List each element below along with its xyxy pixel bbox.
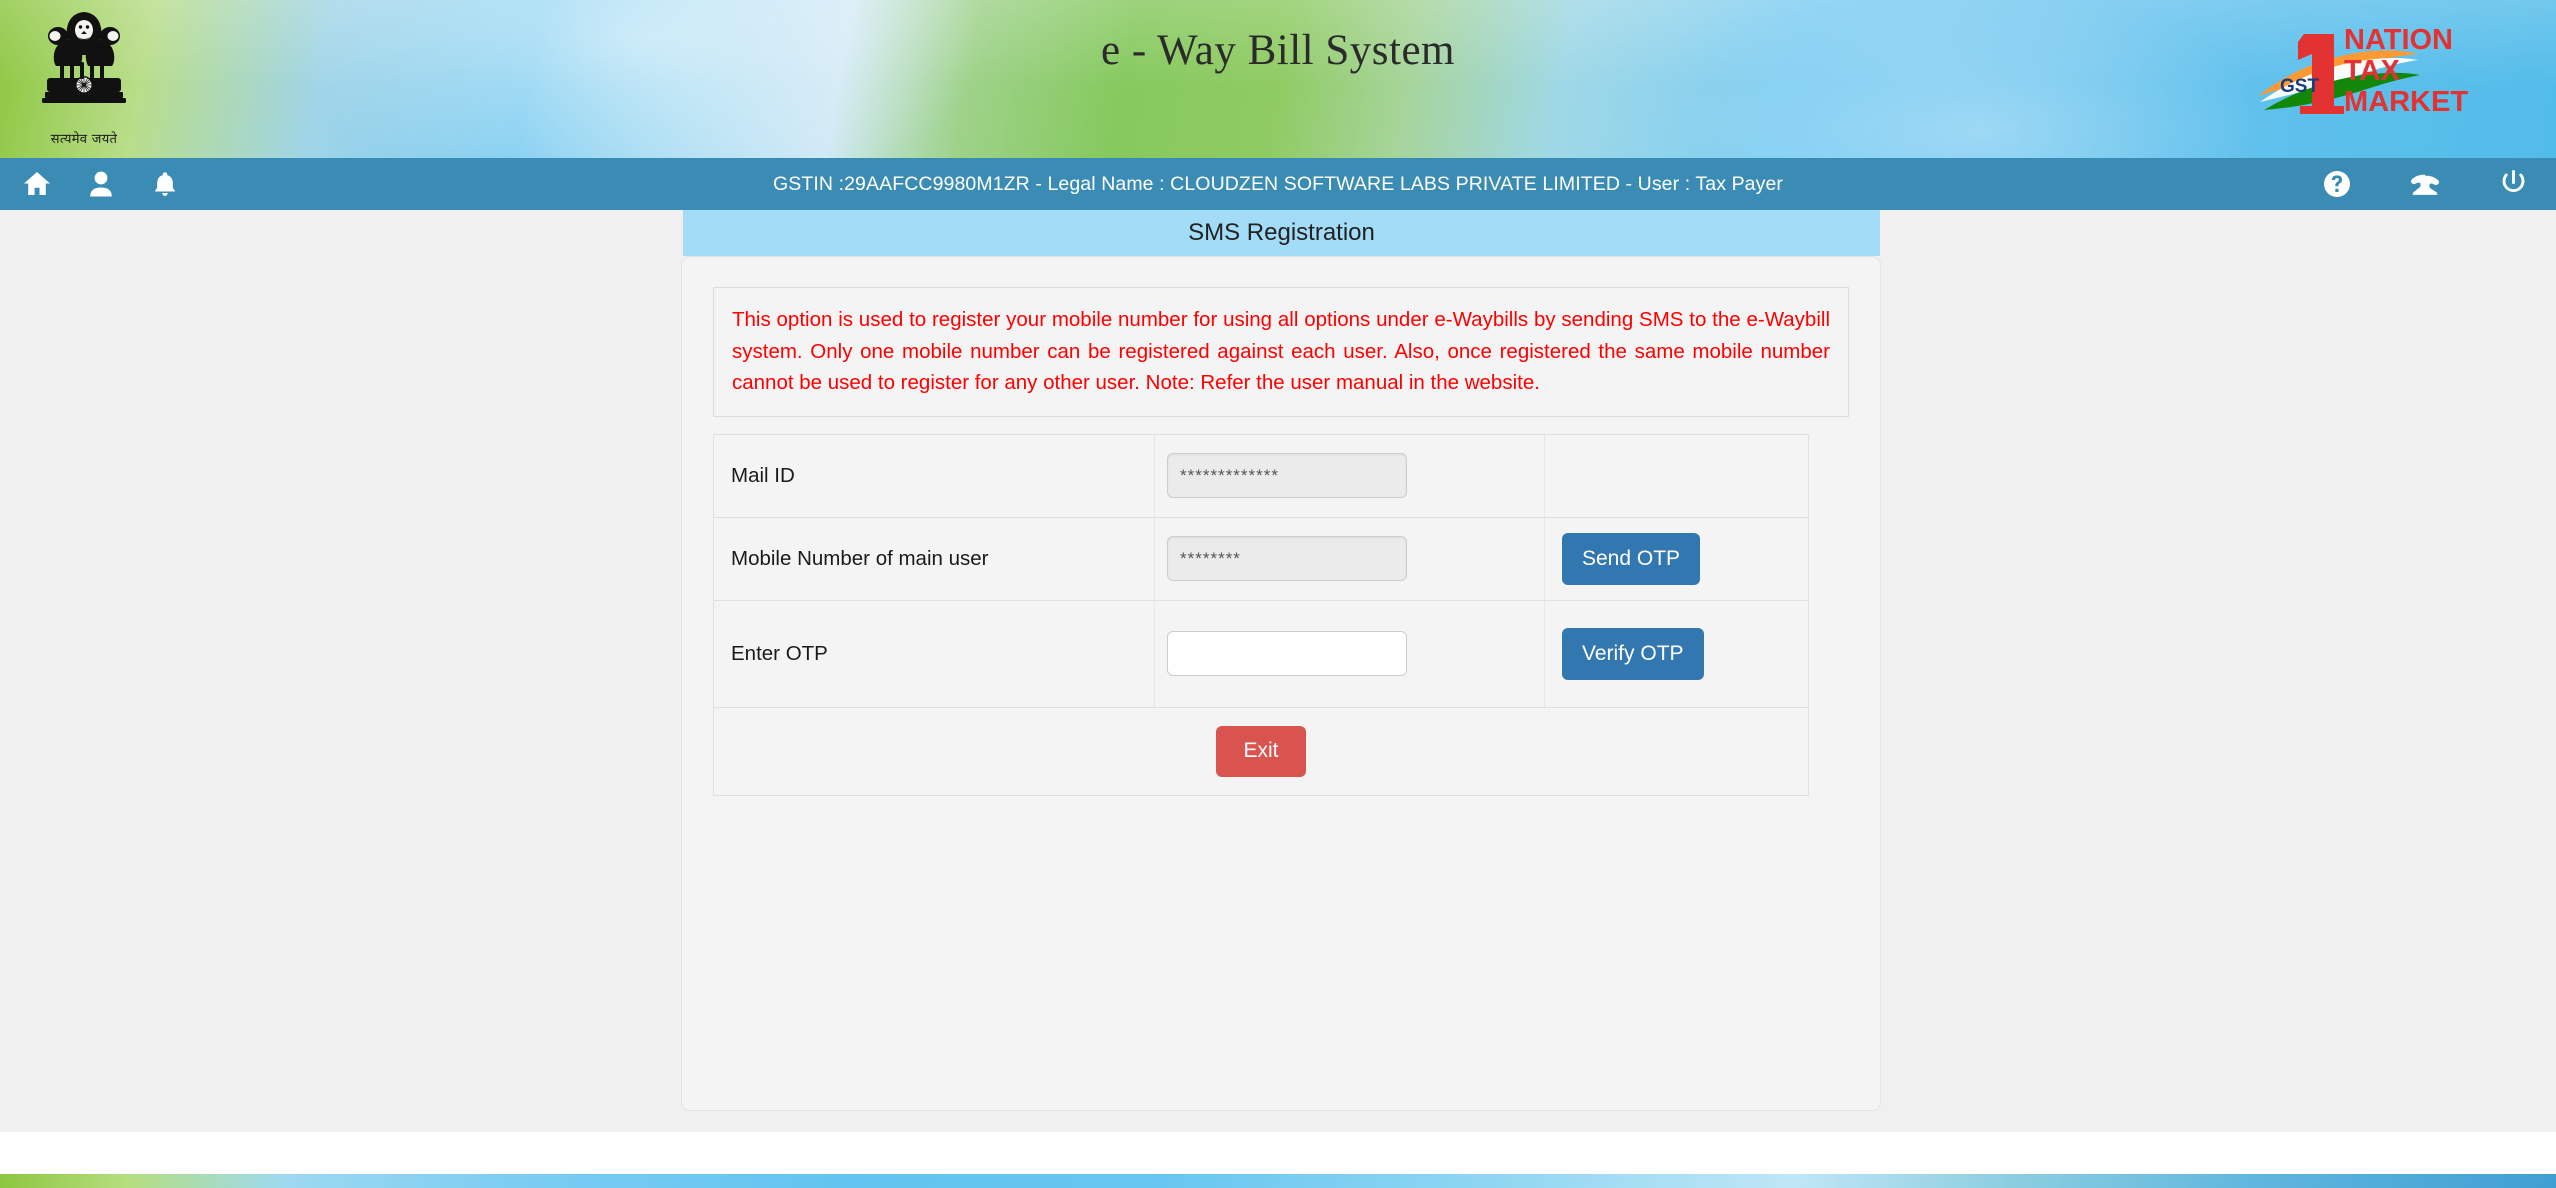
main-navbar: GSTIN :29AAFCC9980M1ZR - Legal Name : CL… bbox=[0, 158, 2556, 210]
header-gradient-sheen bbox=[0, 0, 2556, 158]
sms-registration-form: Mail ID Mobile Number of main user Send … bbox=[713, 433, 1809, 708]
form-footer-row: Exit bbox=[713, 707, 1809, 796]
enter-otp-input-cell bbox=[1155, 600, 1545, 707]
mobile-number-action-cell: Send OTP bbox=[1545, 518, 1808, 600]
page-header: सत्यमेव जयते e - Way Bill System GST NAT… bbox=[0, 0, 2556, 158]
instruction-notice: This option is used to register your mob… bbox=[713, 287, 1849, 417]
navbar-user-info: GSTIN :29AAFCC9980M1ZR - Legal Name : CL… bbox=[772, 172, 1784, 195]
gst-logo-icon: GST NATION TAX MARKET bbox=[2258, 24, 2468, 118]
mobile-number-input-cell bbox=[1155, 517, 1545, 600]
mobile-number-label: Mobile Number of main user bbox=[714, 517, 1155, 600]
verify-otp-button[interactable]: Verify OTP bbox=[1562, 627, 1704, 680]
send-otp-button[interactable]: Send OTP bbox=[1562, 532, 1701, 585]
mail-id-input-cell bbox=[1155, 434, 1545, 517]
user-icon[interactable] bbox=[86, 169, 116, 199]
bell-icon[interactable] bbox=[150, 169, 180, 199]
form-row-enter-otp: Enter OTP Verify OTP bbox=[714, 600, 1808, 708]
sms-registration-panel: This option is used to register your mob… bbox=[681, 256, 1881, 1111]
footer-spacer bbox=[0, 1132, 2556, 1174]
gst-logo-gst-text: GST bbox=[2280, 76, 2319, 97]
emblem-motto: सत्यमेव जयते bbox=[50, 132, 118, 147]
help-icon[interactable] bbox=[2322, 169, 2352, 199]
gst-logo-line3: MARKET bbox=[2344, 86, 2468, 118]
mail-id-action-cell bbox=[1545, 435, 1808, 517]
navbar-left-icons bbox=[0, 169, 180, 199]
mobile-number-field[interactable] bbox=[1167, 536, 1407, 581]
content-wrapper: SMS Registration This option is used to … bbox=[681, 210, 1881, 1111]
exit-button[interactable]: Exit bbox=[1216, 725, 1306, 777]
site-title: e - Way Bill System bbox=[1100, 27, 1455, 74]
phone-icon[interactable] bbox=[2410, 169, 2440, 199]
gst-logo-line2: TAX bbox=[2344, 55, 2401, 87]
power-icon[interactable] bbox=[2498, 169, 2528, 199]
page-body: SMS Registration This option is used to … bbox=[0, 210, 2556, 1132]
form-row-mail-id: Mail ID bbox=[714, 434, 1808, 518]
mail-id-field[interactable] bbox=[1167, 453, 1407, 498]
gst-logo-line1: NATION bbox=[2344, 24, 2453, 56]
enter-otp-field[interactable] bbox=[1167, 631, 1407, 676]
enter-otp-action-cell: Verify OTP bbox=[1545, 601, 1808, 707]
page-footer: ©Powered By National Informatics Centre bbox=[0, 1174, 2556, 1188]
navbar-right-icons bbox=[2322, 158, 2528, 210]
page-title: SMS Registration bbox=[683, 210, 1880, 256]
home-icon[interactable] bbox=[22, 169, 52, 199]
enter-otp-label: Enter OTP bbox=[714, 600, 1155, 707]
gst-one-nation-tax-market-logo: GST NATION TAX MARKET bbox=[2256, 10, 2556, 130]
mail-id-label: Mail ID bbox=[714, 434, 1155, 517]
form-row-mobile-number: Mobile Number of main user Send OTP bbox=[714, 517, 1808, 601]
